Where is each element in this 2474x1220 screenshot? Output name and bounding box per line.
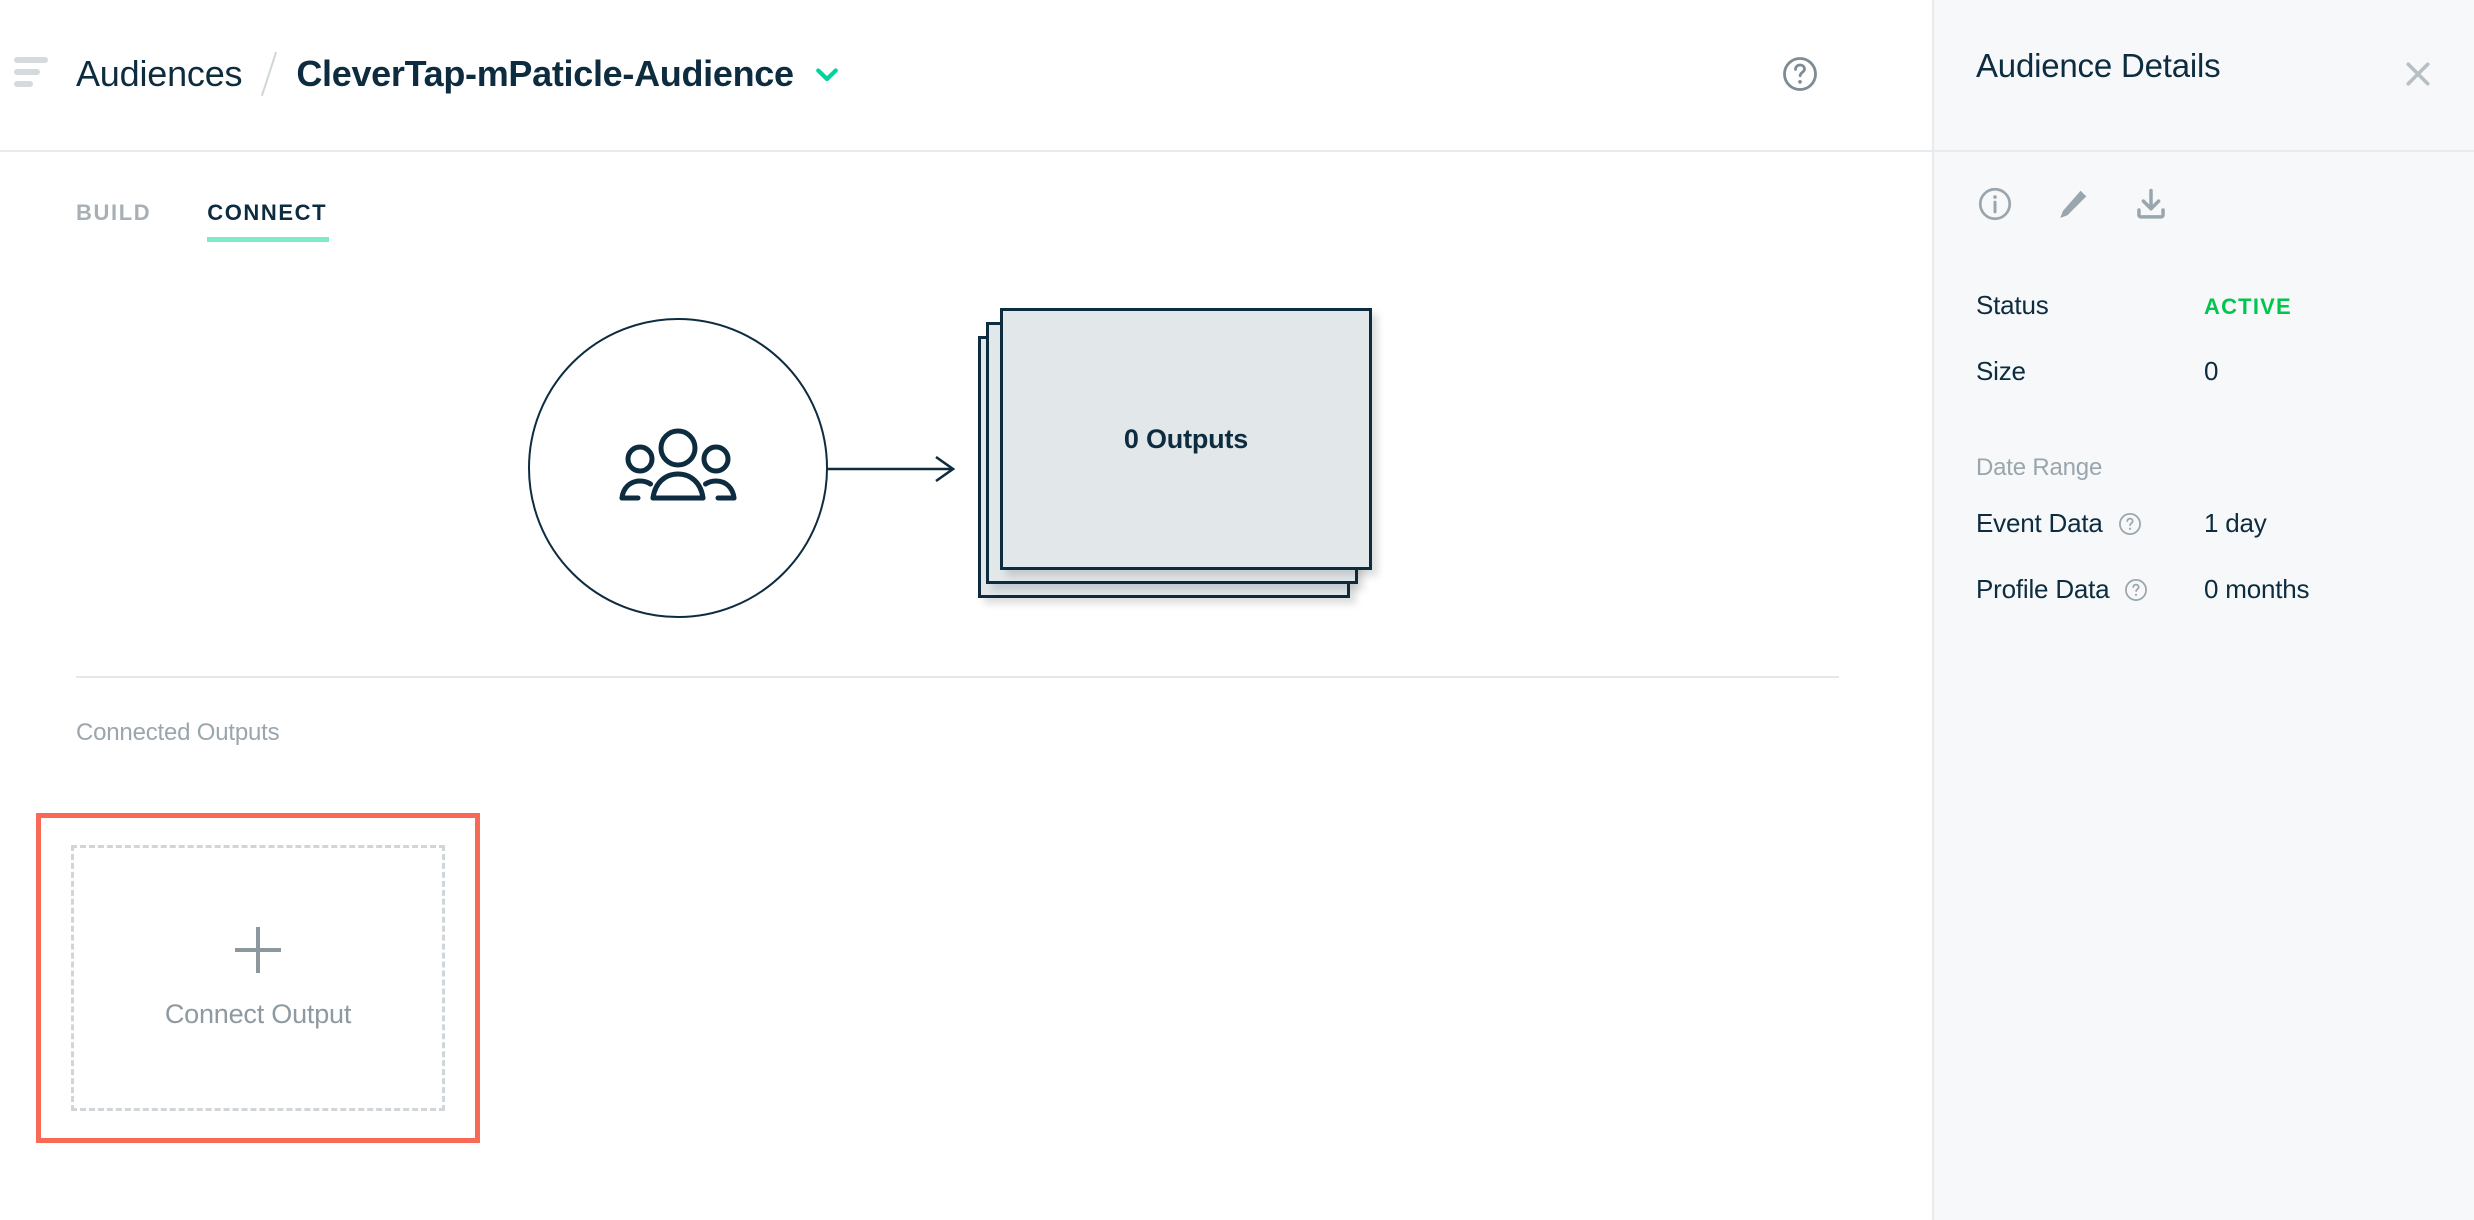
detail-value-event-data: 1 day [2204,508,2267,539]
section-divider [76,676,1839,678]
breadcrumb: Audiences CleverTap-mPaticle-Audience [76,44,842,104]
detail-value-profile-data: 0 months [2204,574,2309,605]
hamburger-line [14,69,40,75]
people-group-icon [619,422,737,515]
detail-key-event-data: Event Data [1976,508,2204,539]
detail-key-status: Status [1976,290,2204,321]
detail-row-profile-data: Profile Data 0 months [1976,574,2436,640]
status-badge: ACTIVE [2204,294,2292,320]
detail-row-size: Size 0 [1976,356,2436,422]
panel-action-icons [1976,185,2170,223]
download-icon[interactable] [2132,185,2170,223]
detail-row-status: Status ACTIVE [1976,290,2436,356]
tab-connect-label: CONNECT [207,200,327,225]
connect-output-highlight-box: Connect Output [36,813,480,1143]
tab-build-label: BUILD [76,200,151,225]
info-circle-icon[interactable] [1976,185,2014,223]
detail-row-event-data: Event Data 1 day [1976,508,2436,574]
hamburger-line [14,57,48,63]
arrow-right-icon [828,454,956,484]
tab-build[interactable]: BUILD [76,200,151,242]
pencil-edit-icon[interactable] [2054,185,2092,223]
connected-outputs-title: Connected Outputs [76,719,279,747]
help-circle-icon[interactable] [1780,54,1820,94]
audience-details-list: Status ACTIVE Size 0 Date Range Event Da… [1976,290,2436,640]
audience-details-panel: Audience Details [1932,0,2474,1220]
outputs-card-front[interactable]: 0 Outputs [1000,308,1372,570]
detail-key-profile-data: Profile Data [1976,574,2204,605]
help-circle-icon[interactable] [2117,511,2143,537]
chevron-down-icon[interactable] [812,59,842,89]
detail-key-event-data-label: Event Data [1976,508,2103,539]
close-icon[interactable] [2400,56,2436,92]
tab-bar: BUILD CONNECT [76,200,327,242]
audience-flow-diagram: 0 Outputs [0,280,1932,640]
outputs-count-label: 0 Outputs [1124,424,1248,455]
audience-connect-page: Audiences CleverTap-mPaticle-Audience BU… [0,0,2474,1220]
breadcrumb-separator [261,52,277,96]
help-circle-icon[interactable] [2123,577,2149,603]
connect-output-button[interactable]: Connect Output [71,845,445,1111]
detail-key-profile-data-label: Profile Data [1976,574,2109,605]
audience-node[interactable] [528,318,828,618]
top-header-bar: Audiences CleverTap-mPaticle-Audience [0,0,1932,152]
hamburger-line [14,81,33,87]
tab-connect[interactable]: CONNECT [207,200,327,242]
panel-header: Audience Details [1934,0,2474,152]
plus-icon [235,927,281,973]
detail-key-size: Size [1976,356,2204,387]
hamburger-menu-icon[interactable] [14,57,48,87]
breadcrumb-audiences-link[interactable]: Audiences [76,53,242,95]
date-range-title: Date Range [1976,454,2436,502]
connect-output-label: Connect Output [165,999,351,1030]
detail-value-size: 0 [2204,356,2218,387]
panel-title: Audience Details [1976,47,2220,85]
page-title: CleverTap-mPaticle-Audience [296,53,793,95]
